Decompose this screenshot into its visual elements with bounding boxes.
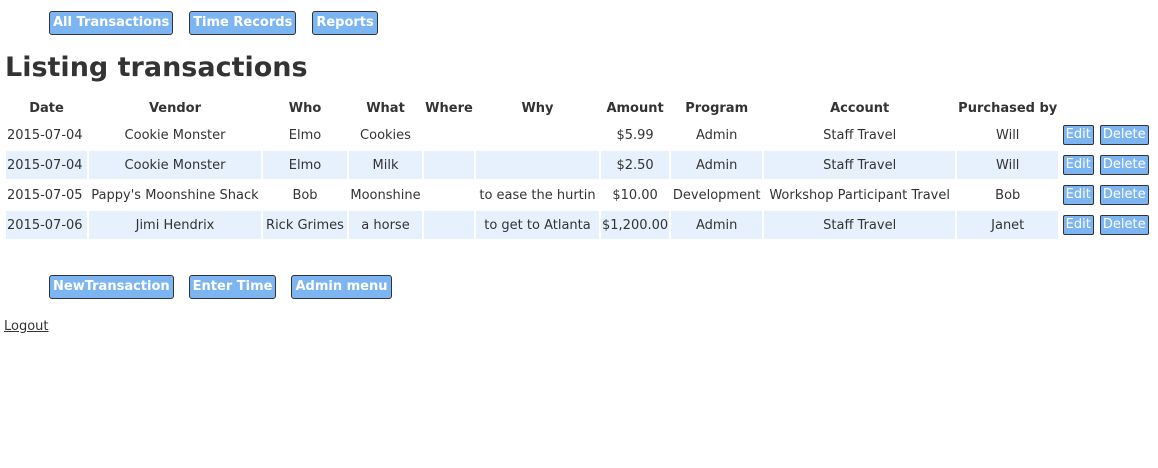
- cell-edit: Edit: [1060, 151, 1096, 179]
- column-header-date: Date: [29, 100, 64, 116]
- cell-edit: Edit: [1060, 211, 1096, 239]
- page: All Transactions Time Records Reports Li…: [0, 0, 1158, 468]
- logout-link[interactable]: Logout: [4, 319, 49, 334]
- column-header-account: Account: [830, 100, 890, 116]
- cell-who: Bob: [292, 187, 318, 203]
- cell-vendor: Pappy's Moonshine Shack: [91, 187, 259, 203]
- cell-why: [476, 121, 599, 149]
- page-title: Listing transactions: [5, 52, 308, 83]
- delete-button[interactable]: Delete: [1099, 185, 1149, 205]
- cell-account: Staff Travel: [764, 151, 956, 179]
- cell-purchased-by: Janet: [957, 211, 1059, 239]
- column-header-purchased-by: Purchased by: [958, 100, 1058, 116]
- cell-purchased-by: Will: [996, 127, 1020, 143]
- column-header-where: Where: [425, 100, 473, 116]
- cell-what: Milk: [349, 151, 422, 179]
- table-row: 2015-07-06 Jimi Hendrix Rick Grimes a ho…: [6, 211, 1150, 239]
- cell-program: Admin: [671, 151, 763, 179]
- cell-amount: $5.99: [616, 127, 654, 143]
- column-header-program: Program: [685, 100, 749, 116]
- cell-account: Workshop Participant Travel: [769, 187, 950, 203]
- column-header-what: What: [366, 100, 405, 116]
- cell-why: [476, 151, 599, 179]
- column-header-delete: [1098, 97, 1150, 119]
- cell-date: 2015-07-05: [7, 187, 83, 203]
- cell-vendor: Cookie Monster: [124, 127, 226, 143]
- cell-where: [424, 181, 474, 209]
- cell-why: to get to Atlanta: [476, 211, 599, 239]
- edit-button[interactable]: Edit: [1062, 215, 1094, 235]
- admin-menu-button[interactable]: Admin menu: [291, 275, 392, 299]
- cell-delete: Delete: [1098, 151, 1150, 179]
- delete-button[interactable]: Delete: [1099, 155, 1149, 175]
- all-transactions-button[interactable]: All Transactions: [49, 11, 174, 35]
- table-row: 2015-07-05 Pappy's Moonshine Shack Bob M…: [6, 181, 1150, 209]
- cell-purchased-by: Bob: [995, 187, 1021, 203]
- cell-purchased-by: Will: [957, 151, 1059, 179]
- cell-what: Cookies: [360, 127, 411, 143]
- table-row: 2015-07-04 Cookie Monster Elmo Milk $2.5…: [6, 151, 1150, 179]
- cell-what: Moonshine: [350, 187, 421, 203]
- delete-button[interactable]: Delete: [1099, 125, 1149, 145]
- column-header-why: Why: [521, 100, 554, 116]
- cell-who: Rick Grimes: [263, 211, 347, 239]
- cell-where: [424, 211, 474, 239]
- cell-edit: Edit: [1060, 181, 1096, 209]
- cell-what: a horse: [349, 211, 422, 239]
- cell-why: to ease the hurtin: [479, 187, 596, 203]
- cell-date: 2015-07-04: [6, 151, 87, 179]
- table-row: 2015-07-04 Cookie Monster Elmo Cookies $…: [6, 121, 1150, 149]
- cell-date: 2015-07-06: [6, 211, 87, 239]
- cell-date: 2015-07-04: [7, 127, 83, 143]
- edit-button[interactable]: Edit: [1062, 125, 1094, 145]
- transactions-table: Date Vendor Who What Where Why Amount Pr…: [4, 95, 1152, 241]
- table-header-row: Date Vendor Who What Where Why Amount Pr…: [6, 97, 1150, 119]
- cell-edit: Edit: [1060, 121, 1096, 149]
- column-header-edit: [1060, 97, 1096, 119]
- cell-program: Admin: [671, 211, 763, 239]
- reports-button[interactable]: Reports: [312, 11, 378, 35]
- cell-amount: $1,200.00: [601, 211, 670, 239]
- edit-button[interactable]: Edit: [1062, 185, 1094, 205]
- cell-who: Elmo: [288, 127, 322, 143]
- column-header-who: Who: [288, 100, 322, 116]
- cell-delete: Delete: [1098, 181, 1150, 209]
- cell-account: Staff Travel: [823, 127, 897, 143]
- bottom-nav: NewTransaction Enter Time Admin menu: [49, 275, 392, 299]
- cell-amount: $2.50: [601, 151, 670, 179]
- cell-delete: Delete: [1098, 211, 1150, 239]
- delete-button[interactable]: Delete: [1099, 215, 1149, 235]
- column-header-amount: Amount: [606, 100, 664, 116]
- cell-where: [424, 151, 474, 179]
- cell-delete: Delete: [1098, 121, 1150, 149]
- time-records-button[interactable]: Time Records: [189, 11, 297, 35]
- cell-account: Staff Travel: [764, 211, 956, 239]
- cell-program: Admin: [695, 127, 738, 143]
- cell-where: [424, 121, 474, 149]
- new-transaction-button[interactable]: NewTransaction: [49, 275, 174, 299]
- edit-button[interactable]: Edit: [1062, 155, 1094, 175]
- enter-time-button[interactable]: Enter Time: [188, 275, 277, 299]
- cell-vendor: Cookie Monster: [89, 151, 261, 179]
- cell-vendor: Jimi Hendrix: [89, 211, 261, 239]
- cell-who: Elmo: [263, 151, 347, 179]
- cell-program: Development: [672, 187, 761, 203]
- top-nav: All Transactions Time Records Reports: [49, 11, 378, 35]
- column-header-vendor: Vendor: [148, 100, 202, 116]
- cell-amount: $10.00: [612, 187, 658, 203]
